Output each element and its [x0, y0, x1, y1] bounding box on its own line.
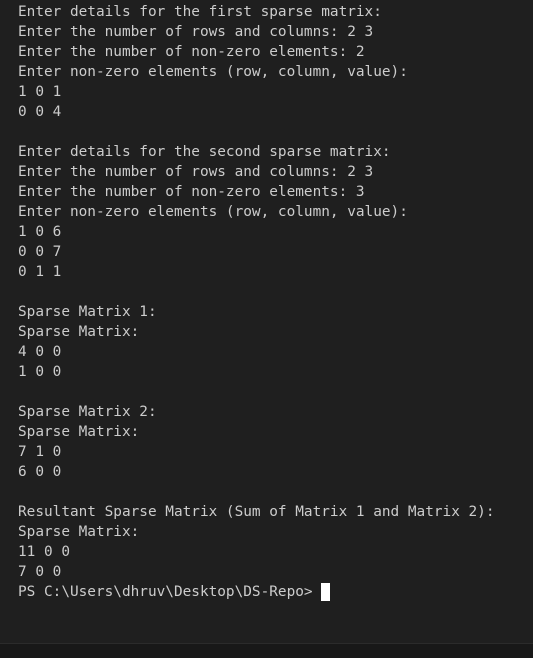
output-line: 7 1 0: [18, 444, 62, 460]
output-line: Enter non-zero elements (row, column, va…: [18, 64, 408, 80]
terminal-panel[interactable]: Enter details for the first sparse matri…: [0, 0, 533, 643]
output-line: 11 0 0: [18, 544, 70, 560]
output-line: Sparse Matrix 1:: [18, 304, 157, 320]
shell-prompt: PS C:\Users\dhruv\Desktop\DS-Repo>: [18, 584, 322, 600]
output-line: Enter non-zero elements (row, column, va…: [18, 204, 408, 220]
output-line: Enter details for the first sparse matri…: [18, 4, 382, 20]
output-line: Enter the number of rows and columns: 2 …: [18, 164, 374, 180]
output-line: Enter details for the second sparse matr…: [18, 144, 391, 160]
output-line: 0 1 1: [18, 264, 62, 280]
terminal-output: Enter details for the first sparse matri…: [18, 2, 533, 602]
output-line: Resultant Sparse Matrix (Sum of Matrix 1…: [18, 504, 495, 520]
prompt-line[interactable]: PS C:\Users\dhruv\Desktop\DS-Repo>: [18, 582, 533, 602]
text-cursor: [321, 583, 331, 601]
output-line: Sparse Matrix:: [18, 324, 140, 340]
output-line: 6 0 0: [18, 464, 62, 480]
output-line: Sparse Matrix:: [18, 524, 140, 540]
output-line: Enter the number of non-zero elements: 2: [18, 44, 365, 60]
output-line: 1 0 6: [18, 224, 62, 240]
output-line: 0 0 7: [18, 244, 62, 260]
output-line: 0 0 4: [18, 104, 62, 120]
output-line: 1 0 1: [18, 84, 62, 100]
output-line: Sparse Matrix:: [18, 424, 140, 440]
output-line: 1 0 0: [18, 364, 62, 380]
output-line: Enter the number of rows and columns: 2 …: [18, 24, 374, 40]
output-line: 4 0 0: [18, 344, 62, 360]
output-line: Sparse Matrix 2:: [18, 404, 157, 420]
output-line: Enter the number of non-zero elements: 3: [18, 184, 365, 200]
panel-bottom-edge: [0, 643, 533, 658]
output-line: 7 0 0: [18, 564, 62, 580]
